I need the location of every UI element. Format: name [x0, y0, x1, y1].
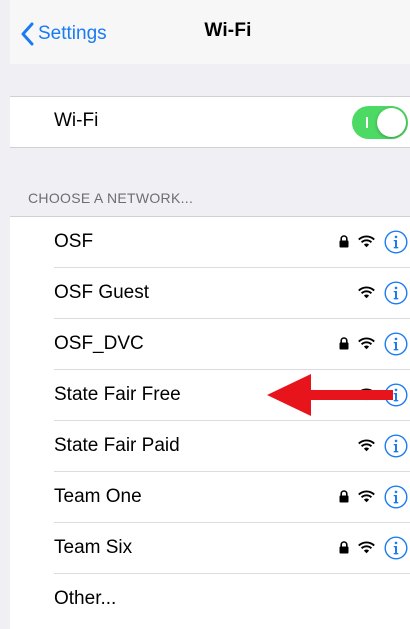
switch-on-indicator [366, 117, 368, 128]
network-name: OSF [54, 231, 94, 252]
section-header-text: CHOOSE A NETWORK... [28, 190, 194, 206]
network-name: Team One [54, 486, 142, 507]
section-spacer [10, 64, 410, 96]
switch-knob[interactable] [377, 108, 406, 137]
info-icon[interactable] [384, 536, 408, 560]
wifi-signal-icon [358, 235, 375, 248]
lock-icon [339, 541, 349, 554]
wifi-toggle-switch[interactable] [352, 106, 408, 139]
network-row-osf[interactable]: OSF [10, 217, 410, 268]
network-name: State Fair Free [54, 384, 181, 405]
network-row-other[interactable]: Other... [10, 574, 410, 625]
navigation-bar: Settings Wi-Fi [10, 0, 410, 64]
choose-network-section-header: CHOOSE A NETWORK... [10, 148, 410, 216]
page-title: Wi-Fi [10, 20, 410, 42]
network-row-team-six[interactable]: Team Six [10, 523, 410, 574]
wifi-settings-screen: Settings Wi-Fi Wi-Fi CHOOSE A NETWORK...… [0, 0, 410, 629]
wifi-signal-icon [358, 286, 375, 299]
network-row-osf-guest[interactable]: OSF Guest [10, 268, 410, 319]
info-icon[interactable] [384, 434, 408, 458]
wifi-signal-icon [358, 490, 375, 503]
wifi-toggle-label: Wi-Fi [54, 110, 99, 131]
red-arrow-icon [267, 374, 393, 416]
network-name: Team Six [54, 537, 133, 558]
network-name: State Fair Paid [54, 435, 180, 456]
info-icon[interactable] [384, 281, 408, 305]
lock-icon [339, 337, 349, 350]
network-row-osf-dvc[interactable]: OSF_DVC [10, 319, 410, 370]
info-icon[interactable] [384, 485, 408, 509]
wifi-signal-icon [358, 541, 375, 554]
lock-icon [339, 490, 349, 503]
lock-icon [339, 235, 349, 248]
network-list: OSF OSF Guest OSF_DVC State Fair Free St… [10, 216, 410, 629]
network-row-state-fair-paid[interactable]: State Fair Paid [10, 421, 410, 472]
network-name: OSF Guest [54, 282, 150, 303]
wifi-toggle-row: Wi-Fi [10, 96, 410, 148]
wifi-signal-icon [358, 439, 375, 452]
info-icon[interactable] [384, 230, 408, 254]
page-title-text: Wi-Fi [204, 20, 252, 41]
info-icon[interactable] [384, 332, 408, 356]
network-row-team-one[interactable]: Team One [10, 472, 410, 523]
network-name: OSF_DVC [54, 333, 144, 354]
other-network-label: Other... [54, 588, 117, 609]
wifi-signal-icon [358, 337, 375, 350]
